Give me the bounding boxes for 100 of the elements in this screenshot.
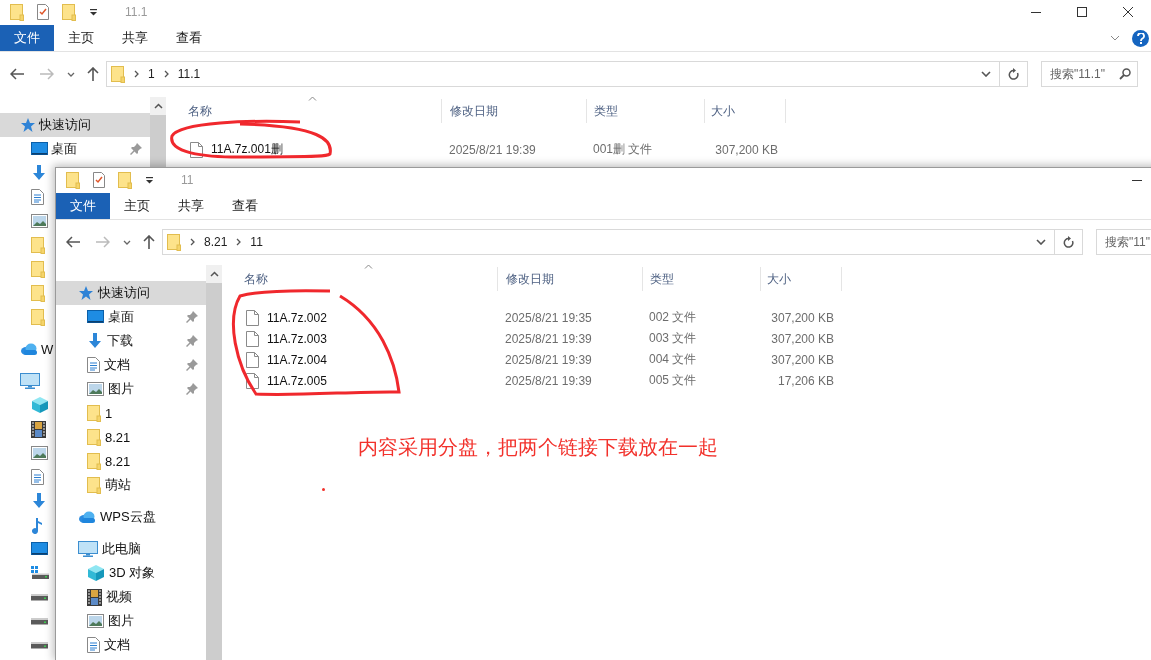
- file-name[interactable]: 11A.7z.002: [267, 310, 327, 325]
- sidebar-item[interactable]: 8.21: [56, 425, 206, 449]
- refresh-button[interactable]: [1055, 229, 1083, 255]
- table-cell-text: 17,206 KB: [776, 372, 835, 390]
- chevron-down-icon: [1110, 35, 1120, 41]
- sort-caret-icon: [308, 96, 317, 101]
- sidebar-item[interactable]: 文档: [56, 353, 206, 377]
- maximize-icon: [1077, 7, 1087, 17]
- ribbon-tab[interactable]: 共享: [108, 25, 162, 51]
- table-cell-text: 307,200 KB: [770, 330, 835, 348]
- chevron-right-icon: [134, 70, 139, 78]
- table-cell-text: 2025/8/21 19:39: [504, 372, 593, 390]
- sort-caret-icon: [364, 264, 373, 269]
- back-arrow-icon: [66, 236, 80, 248]
- folder-icon: [62, 3, 76, 21]
- sidebar-item[interactable]: 8.21: [56, 449, 206, 473]
- computer-icon: [78, 541, 98, 557]
- sidebar-item[interactable]: 下载: [56, 329, 206, 353]
- star-icon: [20, 117, 36, 133]
- dropdown-icon: [89, 8, 98, 16]
- sidebar-item[interactable]: 快速访问: [0, 113, 150, 137]
- chevron-right-icon: [236, 238, 242, 246]
- annotation-dot: [322, 488, 325, 491]
- table-cell-text: 2025/8/21 19:35: [504, 309, 593, 327]
- document-icon: [87, 637, 100, 653]
- table-cell-text: 001删 文件: [592, 141, 654, 158]
- table-cell-text: 004 文件: [648, 351, 698, 368]
- question-mark-icon: [1136, 32, 1145, 44]
- folder-icon: [10, 3, 24, 21]
- file-name[interactable]: 11A.7z.001删: [211, 141, 283, 158]
- desktop-icon: [87, 310, 104, 324]
- download-icon: [87, 333, 103, 349]
- close-icon: [1123, 7, 1133, 17]
- table-cell-text: 307,200 KB: [714, 141, 779, 159]
- column-header[interactable]: 修改日期: [441, 99, 586, 123]
- column-header[interactable]: 名称: [222, 267, 497, 291]
- chevron-down-icon: [123, 239, 131, 245]
- scroll-up-icon: [209, 271, 219, 277]
- sidebar-item[interactable]: 3D 对象: [56, 561, 206, 585]
- refresh-icon: [1007, 67, 1020, 81]
- breadcrumb-item[interactable]: 11.1: [177, 67, 201, 81]
- column-header[interactable]: 大小: [704, 99, 786, 123]
- picture-icon: [87, 614, 104, 628]
- sidebar-item[interactable]: 视频: [56, 585, 206, 609]
- file-name[interactable]: 11A.7z.004: [267, 352, 327, 367]
- folder-icon: [87, 452, 101, 470]
- table-cell-text: 005 文件: [648, 372, 698, 389]
- breadcrumb-item[interactable]: 1: [148, 67, 155, 81]
- checklist-icon: [93, 172, 105, 188]
- table-cell-text: 003 文件: [648, 330, 698, 347]
- scrollbar-thumb[interactable]: [206, 283, 222, 660]
- sidebar-item[interactable]: 1: [56, 401, 206, 425]
- sidebar-item[interactable]: WPS云盘: [56, 505, 206, 529]
- sidebar-item[interactable]: 文档: [56, 633, 206, 657]
- ribbon-tab[interactable]: 文件: [0, 25, 54, 51]
- ribbon-tab[interactable]: 查看: [162, 25, 216, 51]
- breadcrumb-item[interactable]: 11: [250, 235, 263, 249]
- up-arrow-icon: [87, 67, 99, 81]
- window-title: 11: [181, 173, 194, 187]
- cloud-icon: [78, 511, 96, 523]
- refresh-button[interactable]: [1000, 61, 1028, 87]
- search-field[interactable]: 搜索"11.1": [1041, 61, 1138, 87]
- file-icon: [246, 309, 259, 326]
- help-button[interactable]: [1132, 29, 1149, 47]
- sidebar-item[interactable]: 图片: [56, 377, 206, 401]
- sidebar-item[interactable]: W: [0, 337, 55, 361]
- ribbon-tab[interactable]: 主页: [54, 25, 108, 51]
- ribbon-tab[interactable]: 主页: [110, 193, 164, 219]
- column-header[interactable]: 修改日期: [497, 267, 642, 291]
- sidebar-item[interactable]: 桌面: [56, 305, 206, 329]
- desktop-icon: [31, 142, 48, 156]
- sidebar-item[interactable]: 此电脑: [56, 537, 206, 561]
- ribbon-tab[interactable]: 共享: [164, 193, 218, 219]
- column-header[interactable]: 名称: [166, 99, 441, 123]
- address-bar[interactable]: 1 11.1: [106, 61, 1000, 87]
- refresh-icon: [1062, 235, 1075, 249]
- file-name[interactable]: 11A.7z.003: [267, 331, 327, 346]
- document-icon: [87, 357, 100, 373]
- sidebar-item[interactable]: 快速访问: [56, 281, 206, 305]
- folder-icon: [87, 428, 101, 446]
- file-name[interactable]: 11A.7z.005: [267, 373, 327, 388]
- sidebar-item[interactable]: 桌面: [0, 137, 150, 161]
- column-header[interactable]: 大小: [760, 267, 842, 291]
- forward-arrow-icon: [40, 68, 54, 80]
- forward-arrow-icon: [96, 236, 110, 248]
- folder-icon: [87, 476, 101, 494]
- breadcrumb-item[interactable]: 8.21: [204, 235, 228, 249]
- folder-icon: [118, 171, 132, 189]
- column-header[interactable]: 类型: [642, 267, 760, 291]
- chevron-down-icon: [67, 71, 75, 77]
- sidebar-item[interactable]: 图片: [56, 609, 206, 633]
- star-icon: [78, 285, 94, 301]
- table-cell-text: 2025/8/21 19:39: [448, 141, 537, 159]
- address-bar[interactable]: 8.21 11: [162, 229, 1055, 255]
- chevron-right-icon: [163, 70, 169, 78]
- ribbon-tab[interactable]: 文件: [56, 193, 110, 219]
- search-field[interactable]: 搜索"11": [1096, 229, 1151, 255]
- sidebar-item[interactable]: 萌站: [56, 473, 206, 497]
- ribbon-tab[interactable]: 查看: [218, 193, 272, 219]
- column-header[interactable]: 类型: [586, 99, 704, 123]
